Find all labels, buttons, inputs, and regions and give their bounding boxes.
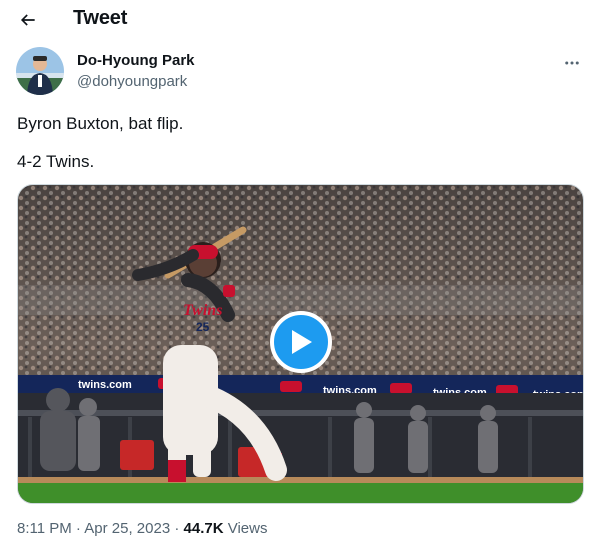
meta-separator: ·: [174, 520, 180, 537]
avatar-image: [16, 47, 64, 95]
author-handle[interactable]: @dohyoungpark: [77, 73, 187, 90]
views-count: 44.7K: [183, 520, 224, 537]
play-icon: [292, 330, 312, 354]
avatar[interactable]: [16, 47, 64, 95]
meta-separator: ·: [75, 520, 81, 537]
tweet-author: Do-Hyoung Park @dohyoungpark: [16, 47, 586, 99]
more-options-button[interactable]: [558, 49, 586, 77]
back-arrow-icon: [20, 14, 35, 26]
top-bar: Tweet: [0, 0, 601, 38]
tweet-text-line: 4-2 Twins.: [17, 152, 95, 171]
views-label: Views: [227, 520, 268, 537]
tweet-time[interactable]: 8:11 PM: [17, 520, 72, 537]
tweet-meta: 8:11 PM · Apr 25, 2023 · 44.7K Views: [17, 520, 267, 537]
video-player[interactable]: twins.com twins.com twins.com twins.com: [17, 184, 584, 504]
page-title: Tweet: [73, 7, 128, 29]
dugout-banner-text: twins.com: [78, 379, 132, 391]
more-dots-icon: [565, 61, 579, 65]
back-button[interactable]: [12, 4, 44, 36]
tweet-text-line: Byron Buxton, bat flip.: [17, 114, 184, 133]
jersey-number: 25: [196, 320, 210, 334]
jersey-wordmark: Twins: [183, 302, 222, 319]
author-name[interactable]: Do-Hyoung Park: [77, 52, 195, 69]
play-button[interactable]: [270, 311, 332, 373]
tweet-date[interactable]: Apr 25, 2023: [84, 520, 170, 537]
